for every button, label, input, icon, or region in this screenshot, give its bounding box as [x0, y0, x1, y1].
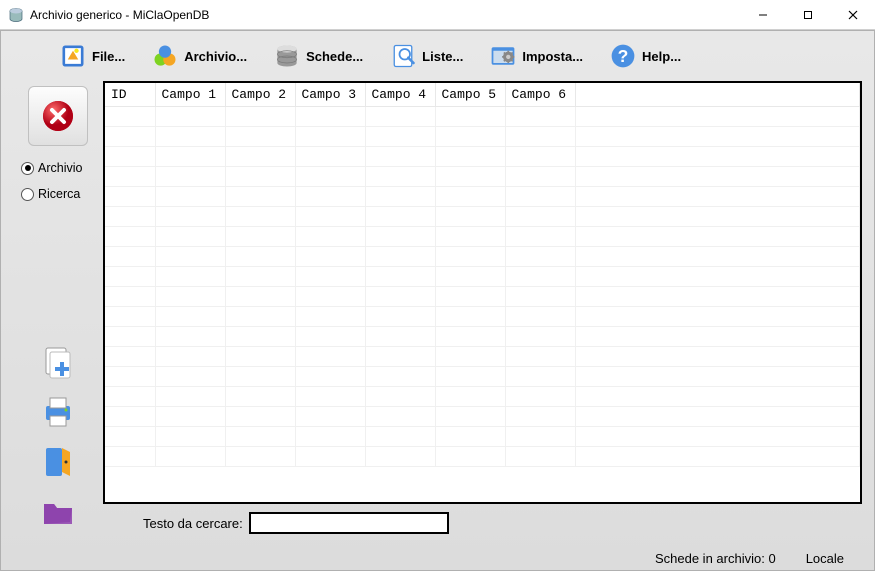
main-toolbar: File... Archivio... Schede... Liste... I…: [1, 31, 874, 81]
radio-dot-icon: [21, 188, 34, 201]
close-icon: [41, 99, 75, 133]
content-area: ID Campo 1 Campo 2 Campo 3 Campo 4 Campo…: [103, 81, 862, 538]
new-record-button[interactable]: [40, 344, 76, 380]
table-row[interactable]: [105, 347, 860, 367]
table-row[interactable]: [105, 367, 860, 387]
app-icon: [8, 7, 24, 23]
file-menu-button[interactable]: File...: [51, 38, 133, 74]
table-row[interactable]: [105, 327, 860, 347]
window-controls: [740, 0, 875, 29]
liste-label: Liste...: [422, 49, 463, 64]
app-body: File... Archivio... Schede... Liste... I…: [0, 30, 875, 571]
table-row[interactable]: [105, 147, 860, 167]
schede-icon: [273, 42, 301, 70]
help-icon: ?: [609, 42, 637, 70]
maximize-button[interactable]: [785, 0, 830, 29]
col-6[interactable]: Campo 6: [505, 83, 575, 107]
statusbar: Schede in archivio: 0 Locale: [1, 546, 874, 570]
view-radio-group: Archivio Ricerca: [13, 161, 82, 213]
side-actions: [40, 344, 76, 538]
col-1[interactable]: Campo 1: [155, 83, 225, 107]
search-label: Testo da cercare:: [143, 516, 243, 531]
exit-button[interactable]: [40, 444, 76, 480]
archivio-label: Archivio...: [184, 49, 247, 64]
archivio-menu-button[interactable]: Archivio...: [143, 38, 255, 74]
archivio-icon: [151, 42, 179, 70]
table-row[interactable]: [105, 207, 860, 227]
table-row[interactable]: [105, 267, 860, 287]
table-row[interactable]: [105, 447, 860, 467]
radio-archivio-label: Archivio: [38, 161, 82, 175]
file-label: File...: [92, 49, 125, 64]
status-schede: Schede in archivio: 0: [655, 551, 776, 566]
radio-ricerca-label: Ricerca: [38, 187, 80, 201]
radio-ricerca[interactable]: Ricerca: [21, 187, 82, 201]
print-button[interactable]: [40, 394, 76, 430]
col-spacer: [575, 83, 860, 107]
table-row[interactable]: [105, 387, 860, 407]
table-row[interactable]: [105, 407, 860, 427]
sidebar: Archivio Ricerca: [13, 81, 103, 538]
radio-archivio[interactable]: Archivio: [21, 161, 82, 175]
file-icon: [59, 42, 87, 70]
table-row[interactable]: [105, 107, 860, 127]
radio-dot-icon: [21, 162, 34, 175]
search-input[interactable]: [249, 512, 449, 534]
status-locale: Locale: [806, 551, 844, 566]
data-grid[interactable]: ID Campo 1 Campo 2 Campo 3 Campo 4 Campo…: [103, 81, 862, 504]
col-3[interactable]: Campo 3: [295, 83, 365, 107]
grid-table: ID Campo 1 Campo 2 Campo 3 Campo 4 Campo…: [105, 83, 860, 467]
liste-icon: [389, 42, 417, 70]
table-row[interactable]: [105, 127, 860, 147]
svg-text:?: ?: [618, 46, 629, 66]
imposta-label: Imposta...: [522, 49, 583, 64]
window-title: Archivio generico - MiClaOpenDB: [30, 8, 740, 22]
help-menu-button[interactable]: ? Help...: [601, 38, 689, 74]
col-4[interactable]: Campo 4: [365, 83, 435, 107]
table-row[interactable]: [105, 167, 860, 187]
folder-button[interactable]: [40, 494, 76, 530]
liste-menu-button[interactable]: Liste...: [381, 38, 471, 74]
close-button[interactable]: [830, 0, 875, 29]
imposta-menu-button[interactable]: Imposta...: [481, 38, 591, 74]
close-record-button[interactable]: [28, 86, 88, 146]
schede-label: Schede...: [306, 49, 363, 64]
col-5[interactable]: Campo 5: [435, 83, 505, 107]
table-row[interactable]: [105, 247, 860, 267]
table-row[interactable]: [105, 307, 860, 327]
help-label: Help...: [642, 49, 681, 64]
table-row[interactable]: [105, 187, 860, 207]
schede-menu-button[interactable]: Schede...: [265, 38, 371, 74]
col-2[interactable]: Campo 2: [225, 83, 295, 107]
titlebar: Archivio generico - MiClaOpenDB: [0, 0, 875, 30]
main-area: Archivio Ricerca: [1, 81, 874, 546]
minimize-button[interactable]: [740, 0, 785, 29]
table-row[interactable]: [105, 227, 860, 247]
table-row[interactable]: [105, 287, 860, 307]
table-row[interactable]: [105, 427, 860, 447]
imposta-icon: [489, 42, 517, 70]
col-id[interactable]: ID: [105, 83, 155, 107]
grid-header-row: ID Campo 1 Campo 2 Campo 3 Campo 4 Campo…: [105, 83, 860, 107]
search-row: Testo da cercare:: [103, 508, 862, 538]
